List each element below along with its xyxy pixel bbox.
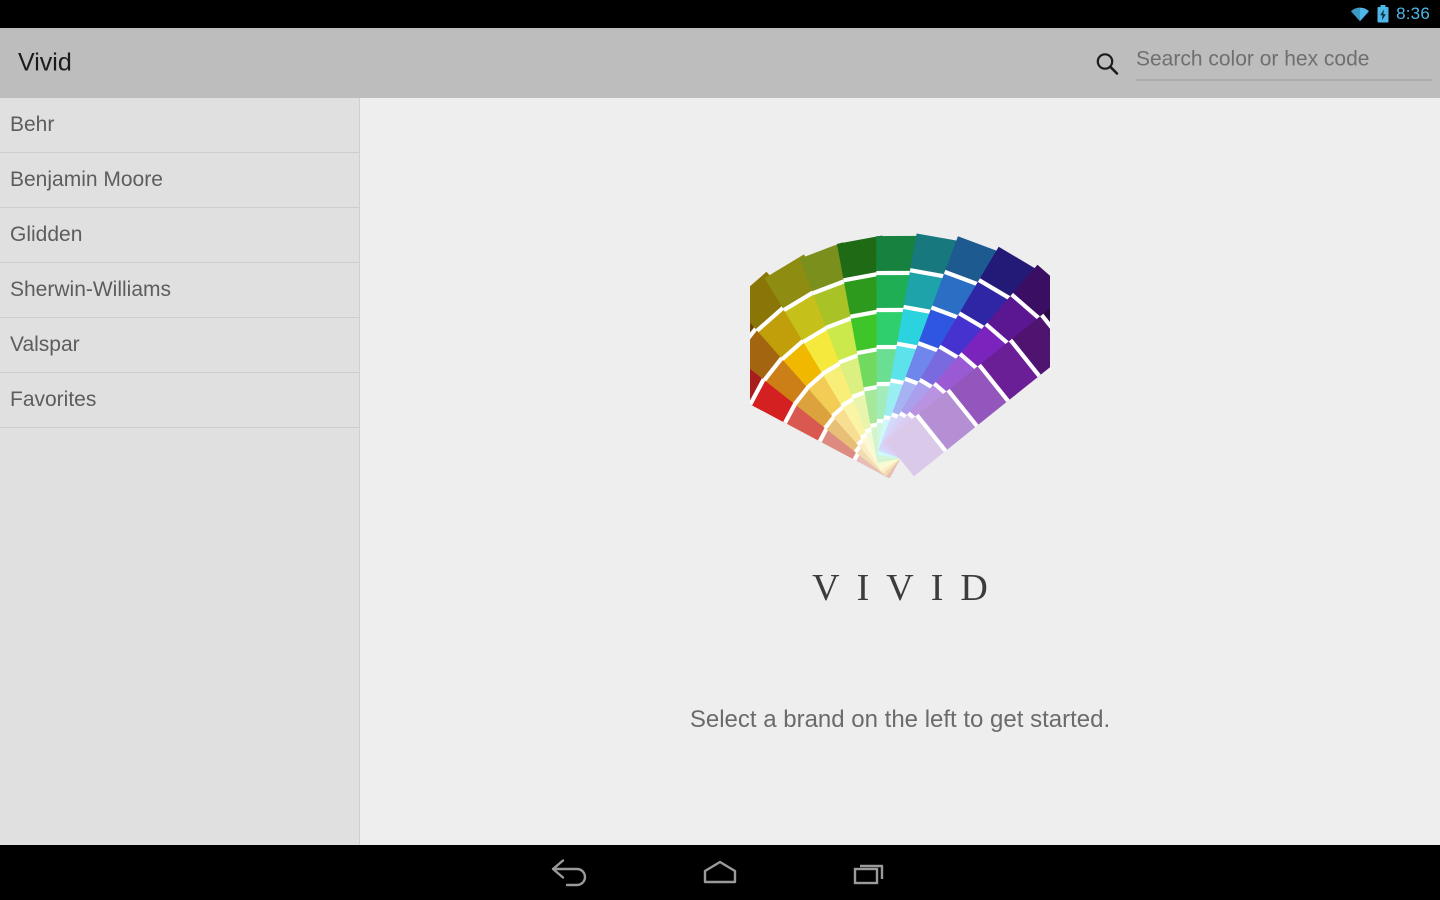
- sidebar-item-label: Glidden: [10, 223, 83, 246]
- sidebar-item-label: Benjamin Moore: [10, 168, 163, 191]
- main-content: VIVID Select a brand on the left to get …: [360, 98, 1440, 845]
- recents-icon[interactable]: [795, 857, 945, 889]
- fan-swatch-graphic: [680, 233, 1102, 479]
- search-bar[interactable]: [1094, 45, 1432, 81]
- status-bar-clock: 8:36: [1396, 4, 1430, 23]
- sidebar-item-sherwin-williams[interactable]: Sherwin-Williams: [0, 263, 359, 318]
- brand-sidebar: Behr Benjamin Moore Glidden Sherwin-Will…: [0, 98, 360, 845]
- sidebar-item-label: Behr: [10, 113, 55, 136]
- sidebar-item-favorites[interactable]: Favorites: [0, 373, 359, 428]
- battery-charging-icon: [1377, 5, 1389, 23]
- android-screen: 8:36 Vivid Behr Benjamin Moore Glidden S…: [0, 0, 1440, 900]
- action-bar: Vivid: [0, 28, 1440, 102]
- sidebar-item-label: Favorites: [10, 388, 97, 411]
- empty-state-tagline: Select a brand on the left to get starte…: [689, 706, 1111, 733]
- vivid-wordmark: VIVID: [812, 567, 1005, 609]
- app-title: Vivid: [18, 48, 72, 77]
- sidebar-item-label: Sherwin-Williams: [10, 278, 172, 301]
- sidebar-item-label: Valspar: [10, 333, 80, 356]
- wifi-icon: [1350, 6, 1370, 22]
- home-icon[interactable]: [645, 857, 795, 889]
- search-input[interactable]: [1136, 45, 1432, 81]
- sidebar-item-valspar[interactable]: Valspar: [0, 318, 359, 373]
- search-icon[interactable]: [1094, 50, 1120, 76]
- sidebar-item-benjamin-moore[interactable]: Benjamin Moore: [0, 153, 359, 208]
- sidebar-item-behr[interactable]: Behr: [0, 98, 359, 153]
- status-bar: 8:36: [0, 0, 1440, 28]
- android-nav-bar: [0, 845, 1440, 900]
- vivid-fan-logo: [680, 188, 1102, 479]
- sidebar-item-glidden[interactable]: Glidden: [0, 208, 359, 263]
- back-icon[interactable]: [495, 857, 645, 889]
